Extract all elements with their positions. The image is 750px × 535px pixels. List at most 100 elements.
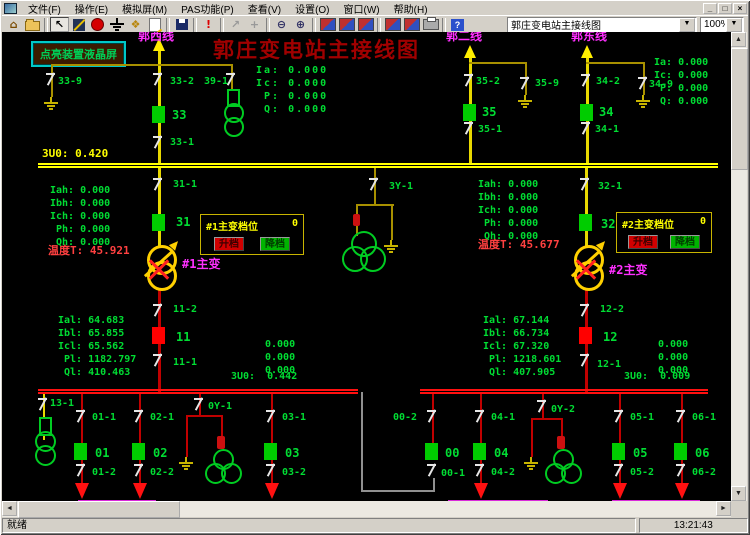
device2-icon xyxy=(339,18,355,31)
breaker-06[interactable] xyxy=(674,443,687,460)
stop-icon[interactable] xyxy=(88,17,107,32)
ground-tool-icon[interactable] xyxy=(107,17,126,32)
line-tool-icon[interactable] xyxy=(69,17,88,32)
disconnector-34-9[interactable] xyxy=(638,77,649,90)
help-icon[interactable]: ? xyxy=(448,17,467,32)
close-button[interactable]: × xyxy=(733,3,747,14)
vertical-scrollbar[interactable]: ▲ ▼ xyxy=(731,32,747,501)
minimize-button[interactable]: _ xyxy=(703,3,717,14)
label-l33_2: 33-2 xyxy=(170,76,194,87)
disconnector-33-1[interactable] xyxy=(153,136,164,149)
tap1-raise-button[interactable]: 升档 xyxy=(214,237,244,251)
tap1-lower-button[interactable]: 降档 xyxy=(260,237,290,251)
disconnector-3y-1[interactable] xyxy=(369,178,380,191)
disconnector-35-9[interactable] xyxy=(520,77,531,90)
scroll-right-icon[interactable]: ► xyxy=(716,501,731,516)
alarm-icon[interactable]: ! xyxy=(199,17,218,32)
edit-page-icon[interactable] xyxy=(145,17,164,32)
zoom-out-icon[interactable]: ⊖ xyxy=(272,17,291,32)
breaker-12[interactable] xyxy=(579,327,592,344)
disconnector-05-1[interactable] xyxy=(614,410,625,423)
disconnector-03-2[interactable] xyxy=(266,464,277,477)
breaker-11[interactable] xyxy=(152,327,165,344)
scroll-down-icon[interactable]: ▼ xyxy=(731,486,746,501)
restore-button[interactable]: □ xyxy=(718,3,732,14)
disconnector-04-1[interactable] xyxy=(475,410,486,423)
disconnector-01-2[interactable] xyxy=(76,464,87,477)
breaker-02[interactable] xyxy=(132,443,145,460)
disconnector-12-1[interactable] xyxy=(580,354,591,367)
breaker-00[interactable] xyxy=(425,443,438,460)
breaker-01[interactable] xyxy=(74,443,87,460)
device3-icon[interactable] xyxy=(356,17,375,32)
label-l31_1: 31-1 xyxy=(173,179,197,190)
device2-icon[interactable] xyxy=(337,17,356,32)
disconnector-33-2[interactable] xyxy=(153,73,164,86)
disconnector-32-1[interactable] xyxy=(580,178,591,191)
disconnector-01-1[interactable] xyxy=(76,410,87,423)
breaker-34[interactable] xyxy=(580,104,593,121)
diagram-select[interactable]: 郭庄变电站主接线图 ▼ xyxy=(507,17,697,33)
hscroll-thumb[interactable] xyxy=(18,501,180,518)
add-icon[interactable]: + xyxy=(245,17,264,32)
disconnector-02-2[interactable] xyxy=(134,464,145,477)
disconnector-0y-1[interactable] xyxy=(194,398,205,411)
tap2-lower-button[interactable]: 降档 xyxy=(670,235,700,249)
breaker-35[interactable] xyxy=(463,104,476,121)
cursor-icon[interactable]: ↖ xyxy=(50,17,69,32)
zoom-select[interactable]: 100% ▼ xyxy=(700,17,744,33)
disconnector-11-2[interactable] xyxy=(153,304,164,317)
disconnector-34-2[interactable] xyxy=(581,74,592,87)
zoom-select-dropdown-icon[interactable]: ▼ xyxy=(726,18,742,32)
disconnector-06-2[interactable] xyxy=(676,464,687,477)
vscroll-thumb[interactable] xyxy=(731,48,748,170)
wire xyxy=(357,204,394,206)
disconnector-35-1[interactable] xyxy=(464,122,475,135)
winding-circle xyxy=(224,117,244,137)
open-folder-icon[interactable] xyxy=(23,17,42,32)
breaker-04[interactable] xyxy=(473,443,486,460)
label-b05: 05 xyxy=(633,446,647,460)
device4-icon[interactable] xyxy=(383,17,402,32)
home-icon[interactable]: ⌂ xyxy=(4,17,23,32)
disconnector-12-2[interactable] xyxy=(580,304,591,317)
device5-icon[interactable] xyxy=(402,17,421,32)
diagram-select-dropdown-icon[interactable]: ▼ xyxy=(679,18,695,32)
save-icon[interactable] xyxy=(172,17,191,32)
breaker-31[interactable] xyxy=(152,214,165,231)
breaker-32[interactable] xyxy=(579,214,592,231)
line-name-3: 郭东线 xyxy=(571,32,607,44)
disconnector-0y-2[interactable] xyxy=(537,400,548,413)
topology-icon[interactable]: ❖ xyxy=(126,17,145,32)
edit-page-icon xyxy=(149,18,161,32)
zoom-in-icon[interactable]: ⊕ xyxy=(291,17,310,32)
scroll-up-icon[interactable]: ▲ xyxy=(731,32,746,47)
device1-icon[interactable] xyxy=(318,17,337,32)
disconnector-34-1[interactable] xyxy=(581,122,592,135)
breaker-03[interactable] xyxy=(264,443,277,460)
print-icon[interactable] xyxy=(421,17,440,32)
disconnector-00-1[interactable] xyxy=(427,464,438,477)
ground-symbol xyxy=(44,97,58,110)
disconnector-31-1[interactable] xyxy=(153,178,164,191)
disconnector-35-2[interactable] xyxy=(464,74,475,87)
jump-icon[interactable]: ↗ xyxy=(226,17,245,32)
disconnector-02-1[interactable] xyxy=(134,410,145,423)
disconnector-11-1[interactable] xyxy=(153,354,164,367)
breaker-33[interactable] xyxy=(152,106,165,123)
horizontal-scrollbar[interactable]: ◄ ► xyxy=(2,501,731,517)
disconnector-05-2[interactable] xyxy=(614,464,625,477)
disconnector-13-1[interactable] xyxy=(38,398,49,411)
tap-changer-panel-1: #1主变档位 0 升档 降档 xyxy=(200,214,304,255)
diagram-select-value: 郭庄变电站主接线图 xyxy=(508,17,678,32)
toolbar-separator xyxy=(220,18,224,32)
breaker-05[interactable] xyxy=(612,443,625,460)
label-l02_1: 02-1 xyxy=(150,412,174,423)
disconnector-33-9[interactable] xyxy=(46,73,57,86)
tap2-raise-button[interactable]: 升档 xyxy=(628,235,658,249)
disconnector-00-2[interactable] xyxy=(427,410,438,423)
disconnector-04-2[interactable] xyxy=(475,464,486,477)
disconnector-06-1[interactable] xyxy=(676,410,687,423)
disconnector-03-1[interactable] xyxy=(266,410,277,423)
scroll-left-icon[interactable]: ◄ xyxy=(2,501,17,516)
